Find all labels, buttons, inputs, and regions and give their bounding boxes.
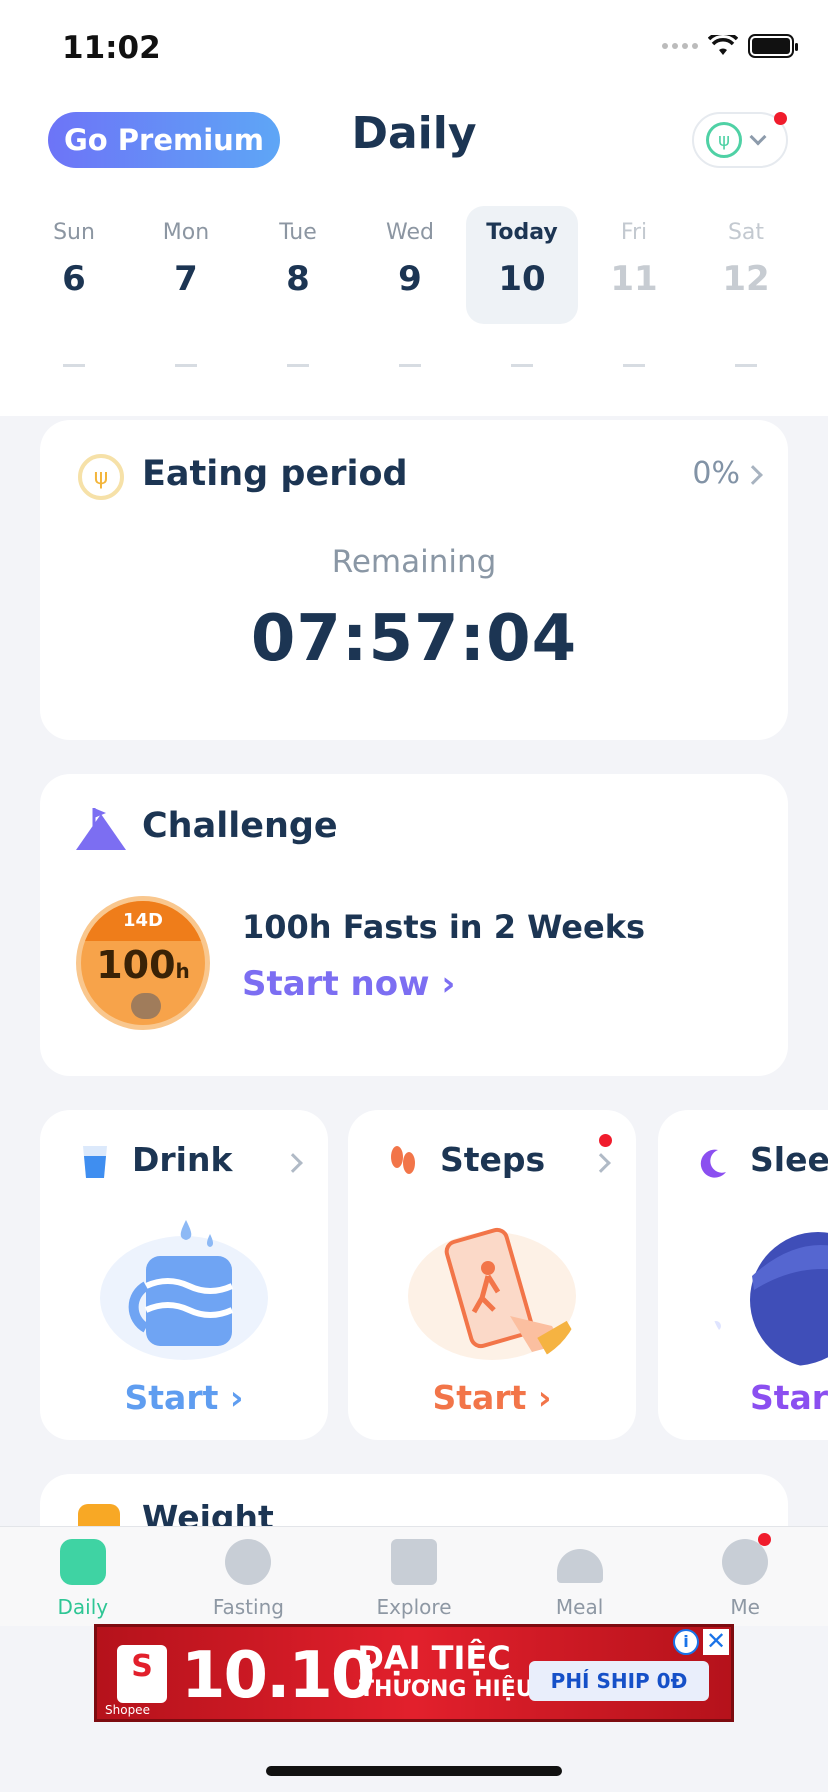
fork-icon: ψ [706,122,742,158]
chevron-right-icon [283,1153,303,1173]
tab-fasting[interactable]: Fasting [166,1527,332,1626]
water-glass-icon [83,1146,107,1178]
steps-title: Steps [440,1140,546,1179]
signal-icon [662,43,698,49]
drink-card[interactable]: Drink Start › [40,1110,328,1440]
day-wed[interactable]: Wed 9 [354,206,466,367]
status-time: 11:02 [62,30,161,66]
ad-headline: ĐẠI TIỆC [357,1639,511,1677]
eating-percent: 0% [692,456,740,491]
status-icons [662,34,798,58]
shopee-label: Shopee [105,1703,150,1717]
challenge-name: 100h Fasts in 2 Weeks [242,908,646,946]
challenge-title: Challenge [142,806,338,846]
sleep-start-button[interactable]: Start [750,1378,828,1417]
phone-steps-illustration [408,1227,577,1360]
remaining-label: Remaining [331,544,497,580]
ad-close-icon[interactable]: ✕ [703,1629,729,1655]
challenge-start-button[interactable]: Start now › [242,964,455,1004]
tab-bar: Daily Fasting Explore Meal Me [0,1526,828,1626]
daily-icon [59,1539,106,1585]
notification-dot [758,1533,772,1546]
week-strip: Sun 6 Mon 7 Tue 8 Wed 9 Today 10 Fri 11 [18,206,810,367]
plate-icon [131,993,161,1019]
lightning-icon [225,1539,272,1585]
notification-dot [599,1134,612,1147]
steps-start-button[interactable]: Start › [348,1378,636,1417]
day-today[interactable]: Today 10 [466,206,578,367]
eating-period-title: Eating period [142,454,408,494]
footsteps-icon [391,1146,415,1174]
notification-dot [774,112,787,125]
tab-daily[interactable]: Daily [0,1527,166,1626]
moon-icon [700,1149,726,1178]
sleep-title: Sleep [750,1140,828,1179]
drink-title: Drink [132,1140,233,1179]
water-mug-illustration [100,1220,268,1360]
free-ship-badge: PHÍ SHIP 0Đ [529,1661,709,1701]
shopee-logo: S [117,1645,167,1703]
day-sun[interactable]: Sun 6 [18,206,130,367]
badge-value: 100h [96,943,190,987]
badge-duration: 14D [81,901,205,941]
day-tue[interactable]: Tue 8 [242,206,354,367]
challenge-card: Challenge 14D 100h 100h Fasts in 2 Weeks… [40,774,788,1076]
cloche-icon [556,1549,603,1583]
countdown-timer: 07:57:04 [250,602,578,676]
ad-date: 10.10 [181,1639,375,1713]
sleeping-moon-illustration [711,1232,828,1366]
day-sat[interactable]: Sat 12 [690,206,802,367]
person-icon [722,1539,769,1585]
ad-info-icon[interactable]: i [673,1629,699,1655]
sleep-card[interactable]: Sleep Start [658,1110,828,1440]
header-area: 11:02 Go Premium Daily ψ Sun 6 Mon 7 Tue… [0,0,828,416]
mountain-flag-icon [76,808,126,850]
battery-icon [748,34,798,58]
tab-me[interactable]: Me [662,1527,828,1626]
chevron-right-icon [743,465,763,485]
challenge-badge[interactable]: 14D 100h [76,896,210,1030]
ad-subheadline: THƯƠNG HIỆU [359,1677,534,1702]
drink-start-button[interactable]: Start › [40,1378,328,1417]
ad-banner[interactable]: S Shopee 10.10 ĐẠI TIỆC THƯƠNG HIỆU PHÍ … [94,1624,734,1722]
home-indicator[interactable] [266,1766,562,1776]
eating-period-card[interactable]: ψ Eating period 0% Remaining 07:57:04 [40,420,788,740]
tab-meal[interactable]: Meal [497,1527,663,1626]
chevron-down-icon [749,128,767,146]
day-fri[interactable]: Fri 11 [578,206,690,367]
eating-fork-icon: ψ [78,454,124,500]
day-mon[interactable]: Mon 7 [130,206,242,367]
wifi-icon [708,35,738,55]
steps-card[interactable]: Steps Start › [348,1110,636,1440]
tab-explore[interactable]: Explore [331,1527,497,1626]
chevron-right-icon [591,1153,611,1173]
document-icon [390,1539,437,1585]
